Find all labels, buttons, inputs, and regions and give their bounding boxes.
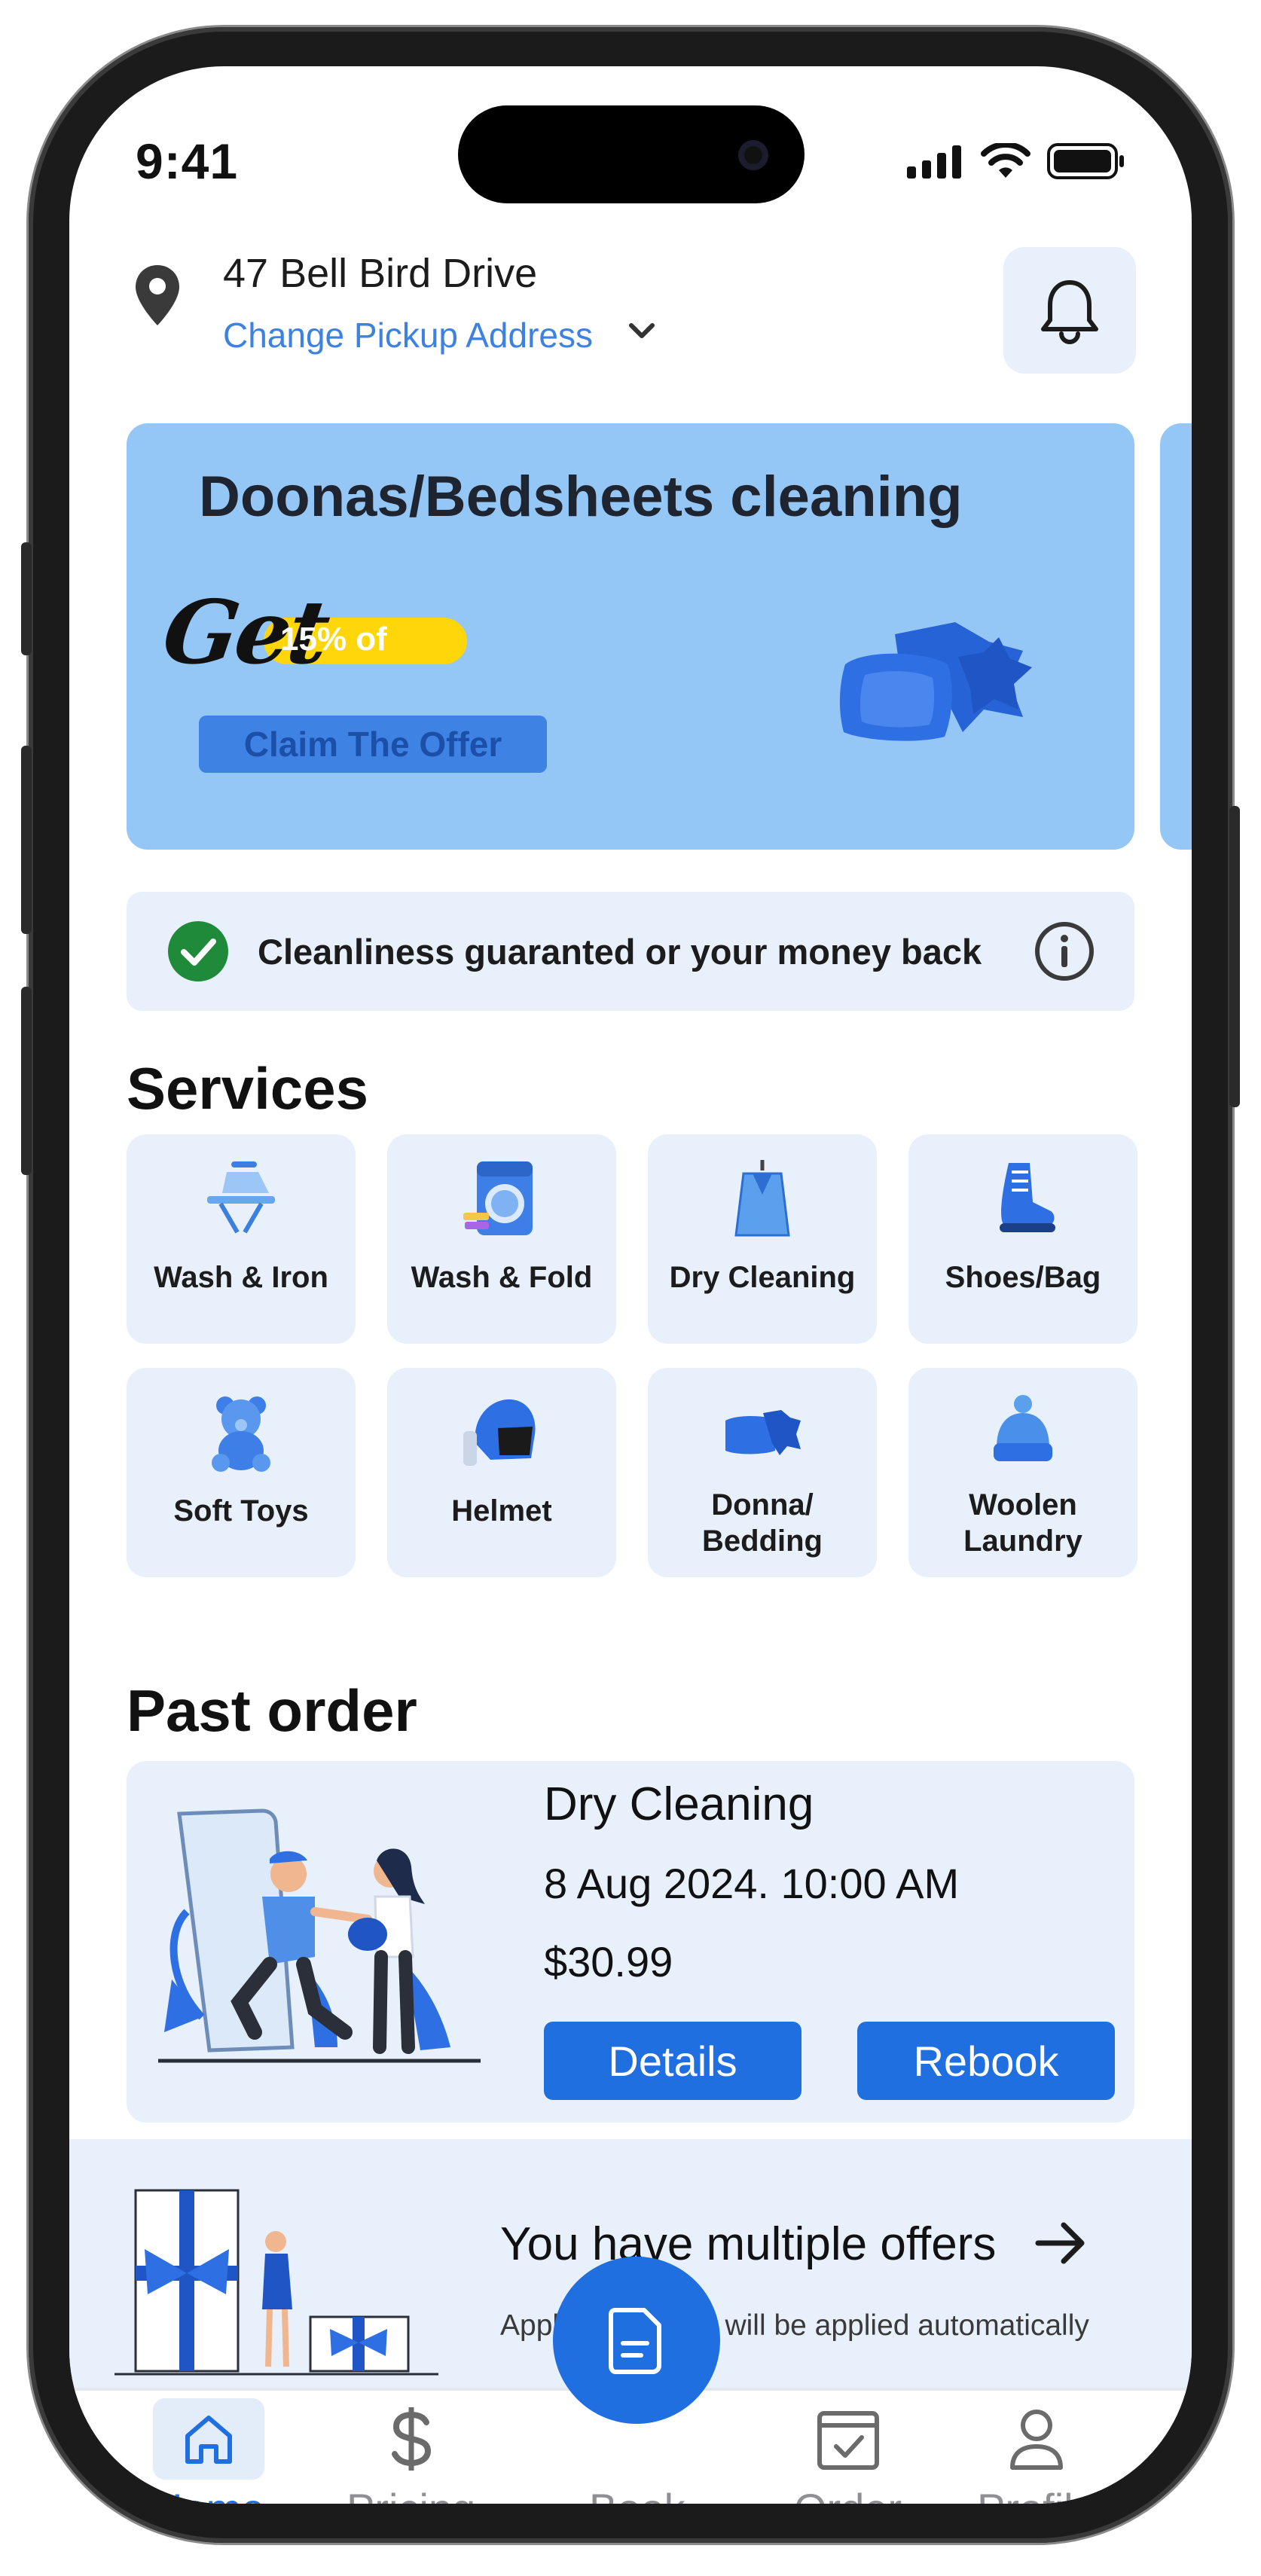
change-address-link[interactable]: Change Pickup Address bbox=[223, 315, 593, 356]
service-label: Helmet bbox=[451, 1494, 552, 1528]
nav-pricing[interactable]: Pricing bbox=[347, 2398, 475, 2504]
nav-label: Profile bbox=[977, 2484, 1097, 2504]
service-label: Dry Cleaning bbox=[669, 1261, 856, 1294]
promo-banner[interactable]: Doonas/Bedsheets cleaning Get 15% of Cla… bbox=[127, 423, 1134, 850]
helmet-icon bbox=[463, 1399, 536, 1466]
service-wash-iron[interactable]: Wash & Iron bbox=[127, 1134, 356, 1344]
order-price: $30.99 bbox=[544, 1938, 673, 1985]
status-time: 9:41 bbox=[136, 133, 239, 189]
battery-icon bbox=[1047, 143, 1124, 179]
dynamic-island bbox=[458, 105, 805, 203]
calendar-check-icon bbox=[817, 2411, 879, 2470]
nav-label: Pricing bbox=[347, 2484, 475, 2504]
nav-profile[interactable]: Profile bbox=[977, 2398, 1097, 2504]
profile-icon-wrap bbox=[1006, 2398, 1067, 2480]
order-date: 8 Aug 2024. 10:00 AM bbox=[544, 1860, 960, 1907]
beanie-icon bbox=[994, 1395, 1052, 1461]
services-heading: Services bbox=[127, 1055, 368, 1122]
bell-icon bbox=[1041, 280, 1098, 344]
service-label: Wash & Iron bbox=[154, 1261, 328, 1294]
service-soft-toys[interactable]: Soft Toys bbox=[127, 1368, 356, 1577]
service-label: Donna/ Bedding bbox=[648, 1487, 877, 1559]
order-service: Dry Cleaning bbox=[544, 1778, 814, 1830]
service-dry-cleaning[interactable]: Dry Cleaning bbox=[648, 1134, 877, 1344]
rebook-button[interactable]: Rebook bbox=[857, 2022, 1115, 2100]
action-button bbox=[21, 542, 32, 655]
nav-home[interactable]: Home bbox=[152, 2398, 264, 2504]
details-button[interactable]: Details bbox=[544, 2022, 801, 2100]
chevron-down-icon[interactable] bbox=[627, 321, 657, 342]
service-label-line: Woolen bbox=[969, 1488, 1077, 1521]
pickup-address: 47 Bell Bird Drive bbox=[223, 251, 538, 296]
banner-title: Doonas/Bedsheets cleaning bbox=[199, 465, 963, 529]
service-label: Woolen Laundry bbox=[908, 1487, 1137, 1559]
document-icon bbox=[609, 2308, 661, 2374]
claim-offer-button[interactable]: Claim The Offer bbox=[199, 716, 547, 773]
service-helmet[interactable]: Helmet bbox=[387, 1368, 616, 1577]
discount-text: 15% of bbox=[280, 621, 387, 658]
gift-illustration bbox=[114, 2189, 438, 2376]
pricing-icon-wrap bbox=[389, 2398, 434, 2480]
sneaker-icon bbox=[1000, 1163, 1055, 1232]
app-screen: 9:41 47 Bell Bird Drive Change Pickup Ad… bbox=[69, 66, 1192, 2504]
service-label-line: Bedding bbox=[702, 1525, 823, 1558]
guarantee-bar: Cleanliness guaranted or your money back bbox=[127, 892, 1134, 1011]
pillows-icon bbox=[725, 1410, 801, 1455]
service-wash-fold[interactable]: Wash & Fold bbox=[387, 1134, 616, 1344]
home-icon bbox=[185, 2416, 232, 2464]
camera-icon bbox=[738, 140, 768, 170]
signal-icon bbox=[907, 145, 961, 179]
service-woolen-laundry[interactable]: Woolen Laundry bbox=[908, 1368, 1137, 1577]
service-donna-bedding[interactable]: Donna/ Bedding bbox=[648, 1368, 877, 1577]
garment-bag-icon bbox=[734, 1160, 790, 1237]
delivery-illustration bbox=[158, 1808, 481, 2063]
volume-up-button bbox=[21, 746, 32, 934]
arrow-right-icon[interactable] bbox=[1035, 2220, 1088, 2266]
service-label: Wash & Fold bbox=[411, 1261, 593, 1294]
service-label-line: Donna/ bbox=[711, 1488, 814, 1521]
dollar-icon bbox=[391, 2407, 431, 2471]
service-label: Shoes/Bag bbox=[945, 1261, 1101, 1294]
nav-label: Order bbox=[794, 2484, 902, 2504]
past-order-card: Dry Cleaning 8 Aug 2024. 10:00 AM $30.99… bbox=[127, 1761, 1134, 2123]
order-icon-wrap bbox=[815, 2398, 881, 2480]
power-button bbox=[1229, 806, 1240, 1107]
past-order-heading: Past order bbox=[127, 1677, 417, 1744]
service-label-line: Laundry bbox=[963, 1525, 1082, 1558]
nav-order[interactable]: Order bbox=[794, 2398, 902, 2504]
volume-down-button bbox=[21, 987, 32, 1175]
nav-label: Home bbox=[152, 2484, 264, 2504]
book-fab-button[interactable] bbox=[553, 2257, 720, 2424]
home-chip bbox=[152, 2398, 264, 2480]
washing-machine-icon bbox=[463, 1161, 533, 1235]
status-icons bbox=[907, 143, 1125, 179]
user-icon bbox=[1010, 2410, 1064, 2470]
nav-label: Book bbox=[589, 2484, 685, 2504]
wifi-icon bbox=[981, 143, 1030, 178]
notifications-button[interactable] bbox=[1003, 247, 1136, 374]
location-pin-icon bbox=[136, 265, 179, 325]
service-shoes-bag[interactable]: Shoes/Bag bbox=[908, 1134, 1137, 1344]
pillows-icon bbox=[839, 622, 1032, 741]
info-icon[interactable] bbox=[1034, 920, 1095, 982]
check-circle-icon bbox=[168, 921, 228, 981]
iron-icon bbox=[207, 1161, 275, 1234]
teddy-bear-icon bbox=[212, 1396, 270, 1472]
guarantee-text: Cleanliness guaranted or your money back bbox=[258, 932, 982, 972]
next-banner-peek[interactable] bbox=[1160, 423, 1192, 850]
service-label: Soft Toys bbox=[173, 1494, 309, 1528]
offers-title: You have multiple offers bbox=[500, 2218, 997, 2270]
nav-book[interactable]: Book bbox=[589, 2480, 685, 2504]
